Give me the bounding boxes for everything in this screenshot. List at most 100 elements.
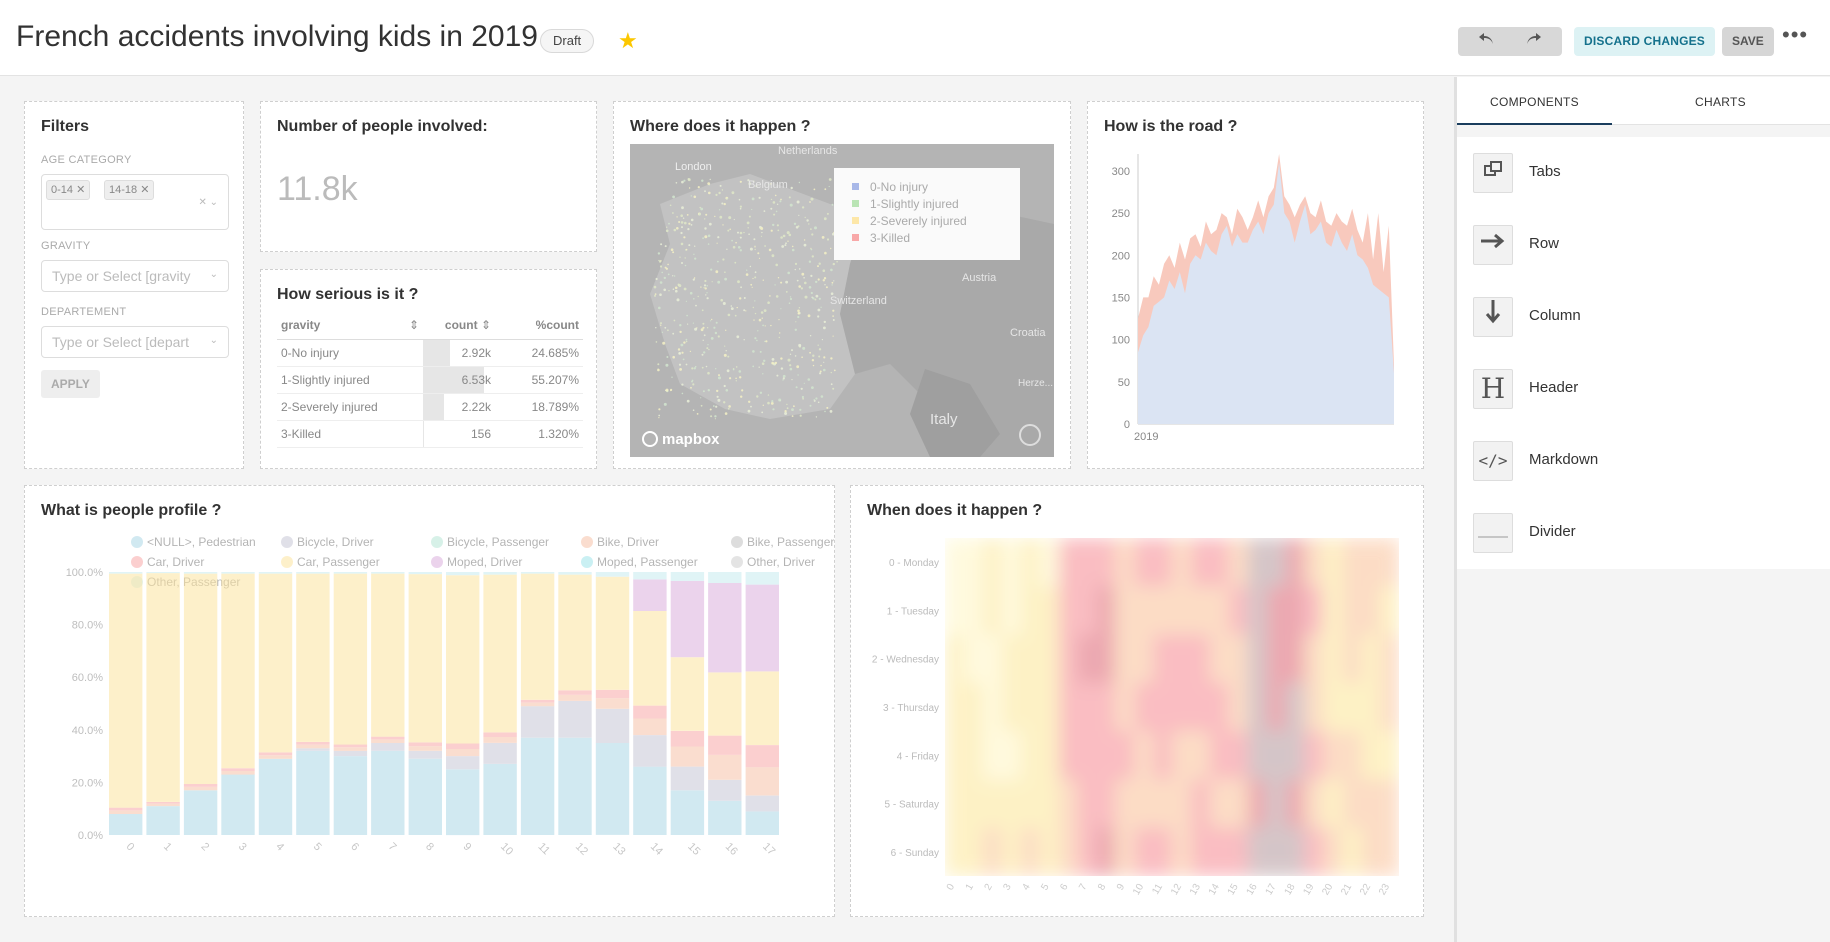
heatmap-cell[interactable] (1039, 634, 1059, 684)
bar-segment[interactable] (558, 572, 592, 575)
heatmap-cell[interactable] (1134, 682, 1154, 732)
heatmap-cell[interactable] (1285, 586, 1305, 636)
accident-map[interactable]: London Netherlands Belgium Switzerland A… (630, 144, 1054, 457)
heatmap-cell[interactable] (1020, 586, 1041, 636)
heatmap-cell[interactable] (945, 682, 965, 732)
heatmap-cell[interactable] (1304, 779, 1324, 829)
heatmap-cell[interactable] (1361, 827, 1381, 877)
heatmap-cell[interactable] (1077, 779, 1097, 829)
heatmap-cell[interactable] (945, 827, 965, 877)
legend-entry[interactable]: Bicycle, Driver (297, 535, 374, 549)
gravity-select[interactable]: Type or Select [gravity ⌄ (41, 260, 229, 292)
bar-segment[interactable] (558, 574, 592, 691)
heatmap-cell[interactable] (1342, 731, 1362, 780)
heatmap-cell[interactable] (945, 731, 965, 780)
bar-segment[interactable] (371, 573, 405, 737)
heatmap-cell[interactable] (1172, 779, 1192, 829)
heatmap-cell[interactable] (1001, 827, 1022, 877)
heatmap-cell[interactable] (1209, 779, 1230, 829)
legend-entry[interactable]: Bike, Driver (597, 535, 659, 549)
bar-segment[interactable] (146, 806, 180, 835)
heatmap-cell[interactable] (1058, 538, 1078, 587)
bar-segment[interactable] (483, 732, 517, 737)
legend-entry[interactable]: 2-Severely injured (870, 214, 967, 228)
heatmap-cell[interactable] (1228, 682, 1249, 732)
dashboard-title[interactable]: French accidents involving kids in 2019 (16, 20, 538, 54)
heatmap-cell[interactable] (1190, 586, 1211, 636)
more-options-icon[interactable]: ••• (1782, 22, 1808, 48)
heatmap-cell[interactable] (1380, 731, 1399, 780)
component-header[interactable]: H Header (1457, 353, 1830, 425)
undo-icon[interactable] (1466, 27, 1506, 56)
bar-segment[interactable] (745, 572, 779, 585)
heatmap-cell[interactable] (1190, 731, 1211, 780)
heatmap-cell[interactable] (1096, 682, 1116, 732)
heatmap-cell[interactable] (1304, 538, 1324, 587)
clear-chevron-icon[interactable]: ✕ ⌄ (198, 197, 218, 208)
heatmap-cell[interactable] (1209, 538, 1230, 587)
heatmap-cell[interactable] (1304, 586, 1324, 636)
bar-segment[interactable] (183, 784, 218, 787)
heatmap-cell[interactable] (982, 634, 1003, 684)
bar-segment[interactable] (520, 572, 555, 574)
heatmap-cell[interactable] (1285, 779, 1305, 829)
heatmap-cell[interactable] (1209, 586, 1230, 636)
legend-entry[interactable]: 0-No injury (870, 180, 928, 194)
bar-segment[interactable] (446, 575, 480, 744)
heatmap-cell[interactable] (963, 586, 984, 636)
heatmap-cell[interactable] (1134, 731, 1154, 780)
bar-segment[interactable] (520, 573, 555, 700)
heatmap-cell[interactable] (1209, 827, 1230, 877)
heatmap-cell[interactable] (982, 779, 1003, 829)
bar-segment[interactable] (595, 708, 630, 743)
heatmap-cell[interactable] (1285, 538, 1305, 587)
remove-tag-icon[interactable]: ✕ (76, 184, 85, 196)
legend-entry[interactable]: Moped, Passenger (597, 555, 698, 569)
heatmap-cell[interactable] (1058, 634, 1078, 684)
heatmap-cell[interactable] (1190, 779, 1211, 829)
heatmap-cell[interactable] (1134, 538, 1154, 587)
heatmap-cell[interactable] (1039, 682, 1059, 732)
bar-segment[interactable] (258, 573, 293, 753)
heatmap-cell[interactable] (1285, 731, 1305, 780)
heatmap-cell[interactable] (1266, 682, 1286, 732)
bar-segment[interactable] (595, 698, 630, 709)
heatmap-cell[interactable] (1172, 538, 1192, 587)
heatmap-cell[interactable] (1172, 634, 1192, 684)
legend-entry[interactable]: Bicycle, Passenger (447, 535, 549, 549)
heatmap-cell[interactable] (1380, 682, 1399, 732)
heatmap-cell[interactable] (1228, 634, 1249, 684)
heatmap-cell[interactable] (1039, 779, 1059, 829)
heatmap-cell[interactable] (1153, 586, 1173, 636)
heatmap-cell[interactable] (1190, 682, 1211, 732)
apply-button[interactable]: APPLY (41, 370, 100, 398)
heatmap-cell[interactable] (1247, 827, 1268, 877)
heatmap-cell[interactable] (1247, 682, 1268, 732)
heatmap-cell[interactable] (1380, 779, 1399, 829)
favorite-star-icon[interactable]: ★ (618, 28, 638, 54)
legend-entry[interactable]: Car, Passenger (297, 555, 380, 569)
heatmap-cell[interactable] (945, 779, 965, 829)
heatmap-cell[interactable] (1039, 586, 1059, 636)
heatmap-cell[interactable] (1077, 731, 1097, 780)
bar-segment[interactable] (483, 742, 517, 764)
heatmap-cell[interactable] (945, 538, 965, 587)
bar-segment[interactable] (109, 572, 143, 574)
heatmap-cell[interactable] (1342, 827, 1362, 877)
bar-segment[interactable] (558, 690, 592, 695)
heatmap-cell[interactable] (1228, 779, 1249, 829)
heatmap-cell[interactable] (1134, 779, 1154, 829)
profile-stacked-bar-chart[interactable]: <NULL>, Pedestrian Bicycle, Driver Bicycle… (25, 530, 834, 916)
heatmap-cell[interactable] (1058, 731, 1078, 780)
bar-segment[interactable] (146, 801, 180, 804)
tab-charts[interactable]: CHARTS (1643, 77, 1798, 125)
heatmap-cell[interactable] (1323, 586, 1343, 636)
bar-segment[interactable] (333, 572, 368, 574)
heatmap-cell[interactable] (982, 586, 1003, 636)
bar-segment[interactable] (708, 572, 742, 583)
heatmap-cell[interactable] (1153, 634, 1173, 684)
bar-segment[interactable] (146, 573, 180, 802)
component-column[interactable]: Column (1457, 281, 1830, 353)
age-category-select[interactable]: 0-14 ✕ 14-18 ✕ ✕ ⌄ (41, 174, 229, 230)
heatmap-cell[interactable] (1115, 538, 1135, 587)
